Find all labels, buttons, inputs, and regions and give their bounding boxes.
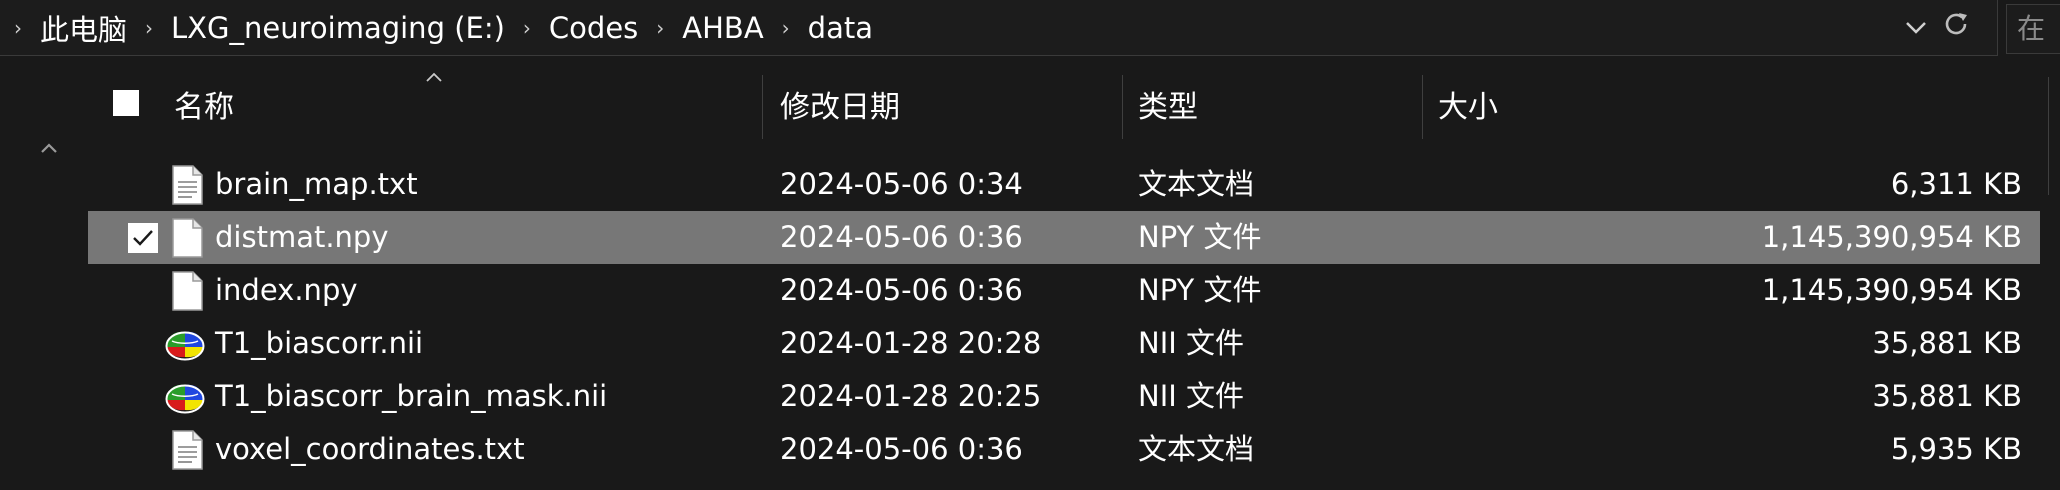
file-size: 5,935 KB [1890, 432, 2022, 466]
file-type: 文本文档 [1138, 432, 1255, 466]
chevron-right-icon[interactable]: › [774, 16, 798, 40]
file-date: 2024-01-28 20:25 [780, 379, 1042, 413]
breadcrumb-item-codes[interactable]: Codes [539, 11, 648, 45]
file-row[interactable]: T1_biascorr.nii 2024-01-28 20:28 NII 文件 … [88, 317, 2040, 370]
file-date: 2024-05-06 0:36 [780, 273, 1023, 307]
breadcrumb-item-drive[interactable]: LXG_neuroimaging (E:) [161, 11, 515, 45]
file-type: NII 文件 [1138, 379, 1245, 413]
breadcrumb: › 此电脑 › LXG_neuroimaging (E:) › Codes › … [0, 0, 883, 56]
file-date: 2024-05-06 0:36 [780, 432, 1023, 466]
file-date: 2024-01-28 20:28 [780, 326, 1042, 360]
file-row[interactable]: voxel_coordinates.txt 2024-05-06 0:36 文本… [88, 423, 2040, 476]
column-divider[interactable] [1122, 75, 1123, 139]
file-type: NII 文件 [1138, 326, 1245, 360]
column-divider[interactable] [762, 75, 763, 139]
search-input[interactable]: 在 [2006, 4, 2060, 54]
sort-ascending-icon [426, 66, 442, 87]
column-header-row: 名称 修改日期 类型 大小 [88, 57, 2049, 195]
generic-file-icon [170, 271, 204, 311]
file-list: brain_map.txt 2024-05-06 0:34 文本文档 6,311… [88, 158, 2048, 476]
file-name: brain_map.txt [215, 167, 418, 201]
file-name: distmat.npy [215, 220, 389, 254]
row-checkbox[interactable] [128, 223, 158, 253]
file-size: 35,881 KB [1872, 326, 2022, 360]
column-header-modified[interactable]: 修改日期 [780, 82, 900, 126]
column-divider[interactable] [1422, 75, 1423, 139]
brain-file-icon [164, 324, 206, 364]
address-bar-tools [1905, 0, 1971, 56]
file-date: 2024-05-06 0:36 [780, 220, 1023, 254]
file-row[interactable]: T1_biascorr_brain_mask.nii 2024-01-28 20… [88, 370, 2040, 423]
file-type: NPY 文件 [1138, 273, 1262, 307]
column-header-type[interactable]: 类型 [1138, 82, 1198, 126]
file-explorer-window: › 此电脑 › LXG_neuroimaging (E:) › Codes › … [0, 0, 2060, 490]
refresh-icon[interactable] [1941, 9, 1971, 47]
chevron-right-icon[interactable]: › [6, 16, 30, 40]
select-all-checkbox[interactable] [113, 90, 139, 116]
file-row[interactable]: index.npy 2024-05-06 0:36 NPY 文件 1,145,3… [88, 264, 2040, 317]
chevron-right-icon[interactable]: › [137, 16, 161, 40]
navigation-pane [0, 57, 88, 490]
file-name: index.npy [215, 273, 358, 307]
file-row[interactable]: distmat.npy 2024-05-06 0:36 NPY 文件 1,145… [88, 211, 2040, 264]
file-name: voxel_coordinates.txt [215, 432, 525, 466]
file-name: T1_biascorr.nii [215, 326, 424, 360]
file-row[interactable]: brain_map.txt 2024-05-06 0:34 文本文档 6,311… [88, 158, 2040, 211]
scroll-up-icon[interactable] [40, 135, 58, 159]
file-size: 1,145,390,954 KB [1761, 220, 2022, 254]
brain-file-icon [164, 377, 206, 417]
file-type: 文本文档 [1138, 167, 1255, 201]
history-dropdown-icon[interactable] [1905, 16, 1927, 41]
file-date: 2024-05-06 0:34 [780, 167, 1023, 201]
generic-file-icon [170, 218, 204, 258]
address-bar[interactable]: › 此电脑 › LXG_neuroimaging (E:) › Codes › … [0, 0, 1998, 56]
file-size: 6,311 KB [1890, 167, 2022, 201]
breadcrumb-item-ahba[interactable]: AHBA [672, 11, 773, 45]
chevron-right-icon[interactable]: › [648, 16, 672, 40]
column-header-name[interactable]: 名称 [174, 82, 234, 126]
file-size: 35,881 KB [1872, 379, 2022, 413]
breadcrumb-item-data[interactable]: data [798, 11, 883, 45]
file-type: NPY 文件 [1138, 220, 1262, 254]
file-size: 1,145,390,954 KB [1761, 273, 2022, 307]
file-name: T1_biascorr_brain_mask.nii [215, 379, 608, 413]
column-divider[interactable] [2048, 77, 2049, 195]
chevron-right-icon[interactable]: › [515, 16, 539, 40]
column-header-size[interactable]: 大小 [1438, 82, 1498, 126]
breadcrumb-item-this-pc[interactable]: 此电脑 [30, 7, 137, 49]
text-file-icon [170, 165, 204, 205]
text-file-icon [170, 430, 204, 470]
